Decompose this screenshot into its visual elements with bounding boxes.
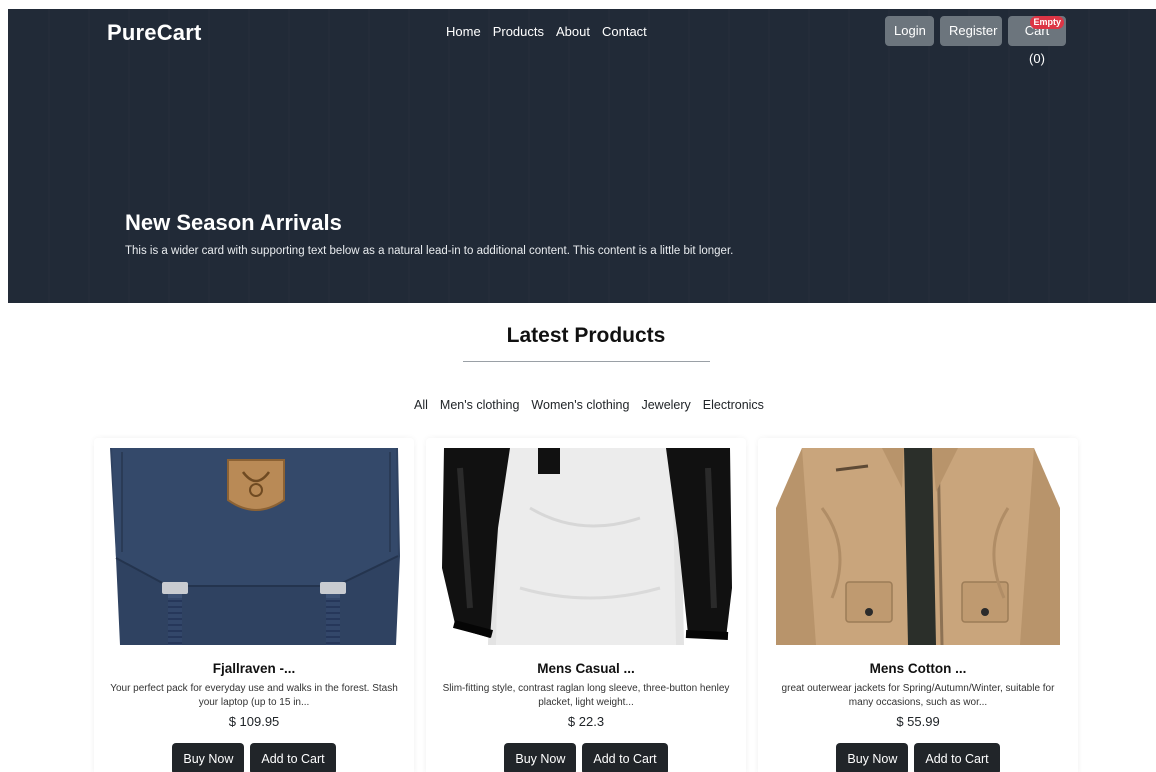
nav-link-about[interactable]: About xyxy=(556,24,590,39)
nav-link-contact[interactable]: Contact xyxy=(602,24,647,39)
backpack-illustration xyxy=(108,448,400,645)
hero-title: New Season Arrivals xyxy=(125,210,342,235)
buy-now-button[interactable]: Buy Now xyxy=(504,743,577,772)
add-to-cart-button[interactable]: Add to Cart xyxy=(250,743,336,772)
product-title: Fjallraven -... xyxy=(212,661,296,676)
brand-logo[interactable]: PureCart xyxy=(107,20,202,46)
product-description: Your perfect pack for everyday use and w… xyxy=(110,683,398,708)
product-card: Fjallraven -... Your perfect pack for ev… xyxy=(94,438,414,772)
section-title: Latest Products xyxy=(506,324,666,347)
page: PureCart Home Products About Contact Log… xyxy=(0,0,1156,772)
add-to-cart-button[interactable]: Add to Cart xyxy=(582,743,668,772)
filter-mens-clothing[interactable]: Men's clothing xyxy=(434,398,526,412)
product-image-jacket[interactable] xyxy=(772,448,1064,645)
buy-now-button[interactable]: Buy Now xyxy=(836,743,909,772)
main-nav: Home Products About Contact xyxy=(446,24,647,39)
product-description: Slim-fitting style, contrast raglan long… xyxy=(442,683,730,708)
product-price: $ 55.99 xyxy=(896,714,940,729)
nav-buttons: Login Register Cart (0) Empty xyxy=(885,16,1066,66)
product-actions: Buy Now Add to Cart xyxy=(426,743,746,772)
product-image-backpack[interactable] xyxy=(108,448,400,645)
buy-now-button[interactable]: Buy Now xyxy=(172,743,245,772)
product-price: $ 109.95 xyxy=(228,714,280,729)
filter-womens-clothing[interactable]: Women's clothing xyxy=(525,398,635,412)
cart-button-label: Cart (0) xyxy=(1024,23,1050,66)
category-filters: All Men's clothing Women's clothing Jewe… xyxy=(408,398,770,412)
product-card: Mens Cotton ... great outerwear jackets … xyxy=(758,438,1078,772)
raglan-shirt-illustration xyxy=(440,448,732,645)
product-card: Mens Casual ... Slim-fitting style, cont… xyxy=(426,438,746,772)
product-description: great outerwear jackets for Spring/Autum… xyxy=(781,683,1055,708)
cotton-jacket-illustration xyxy=(772,448,1064,645)
product-image-shirt[interactable] xyxy=(440,448,732,645)
product-actions: Buy Now Add to Cart xyxy=(94,743,414,772)
hero-text: This is a wider card with supporting tex… xyxy=(125,245,734,257)
filter-jewelery[interactable]: Jewelery xyxy=(635,398,696,412)
filter-all[interactable]: All xyxy=(408,398,434,412)
product-title: Mens Casual ... xyxy=(537,661,635,676)
product-title: Mens Cotton ... xyxy=(869,661,967,676)
cart-button[interactable]: Cart (0) Empty xyxy=(1008,16,1066,66)
section-divider xyxy=(463,361,710,362)
filter-electronics[interactable]: Electronics xyxy=(697,398,770,412)
nav-link-products[interactable]: Products xyxy=(493,24,544,39)
login-button[interactable]: Login xyxy=(885,16,934,46)
nav-link-home[interactable]: Home xyxy=(446,24,481,39)
product-actions: Buy Now Add to Cart xyxy=(758,743,1078,772)
add-to-cart-button[interactable]: Add to Cart xyxy=(914,743,1000,772)
cart-empty-badge: Empty xyxy=(1030,16,1064,29)
hero-banner: PureCart Home Products About Contact Log… xyxy=(8,9,1156,303)
product-price: $ 22.3 xyxy=(567,714,605,729)
register-button[interactable]: Register xyxy=(940,16,1002,46)
